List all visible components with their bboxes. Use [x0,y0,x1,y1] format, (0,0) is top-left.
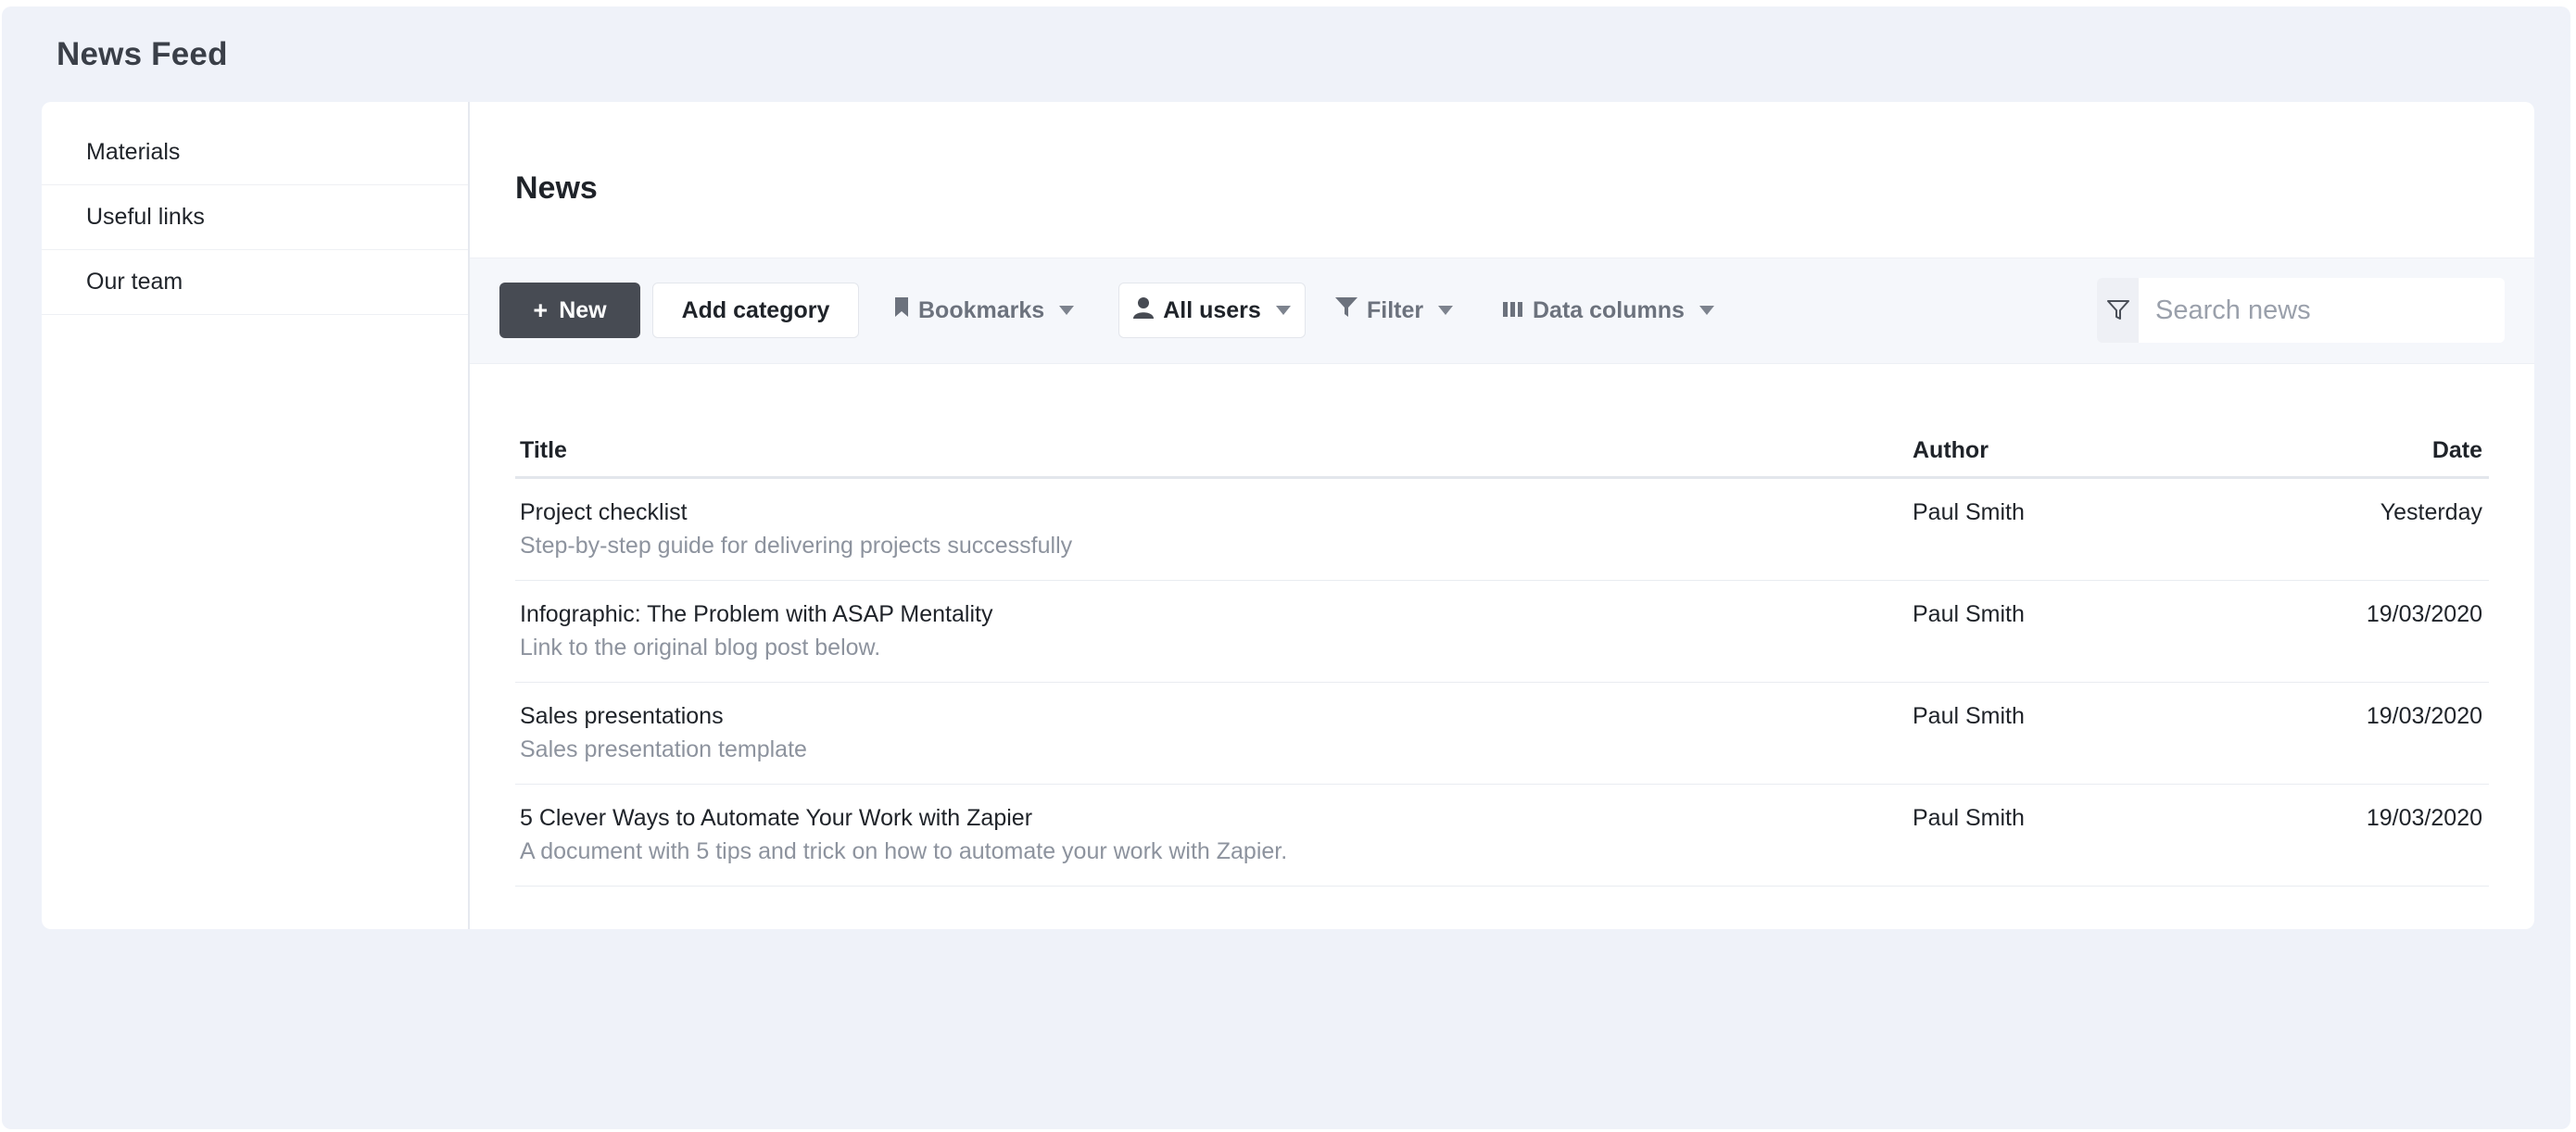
main-panel: News + New Add category Bookmarks All us… [470,102,2534,929]
row-subtitle: A document with 5 tips and trick on how … [520,838,1288,864]
user-icon [1133,296,1155,325]
table-header: Title Author Date [515,435,2489,479]
table-row[interactable]: 5 Clever Ways to Automate Your Work with… [515,785,2489,887]
row-author: Paul Smith [1913,499,2025,525]
search-input[interactable] [2139,278,2505,343]
column-header-date[interactable]: Date [2432,437,2482,464]
toolbar: + New Add category Bookmarks All users F… [470,258,2534,364]
column-header-author[interactable]: Author [1913,437,1989,464]
row-title[interactable]: Project checklist [520,499,688,526]
funnel-icon [1335,296,1357,324]
all-users-dropdown[interactable]: All users [1118,283,1306,338]
content-card: Materials Useful links Our team News + N… [42,102,2534,929]
sidebar: Materials Useful links Our team [42,102,470,929]
table-row[interactable]: Infographic: The Problem with ASAP Menta… [515,581,2489,683]
row-date: 19/03/2020 [2366,601,2482,627]
filter-label: Filter [1367,296,1424,323]
bookmarks-dropdown[interactable]: Bookmarks [894,283,1075,338]
news-table: Title Author Date Project checklist Step… [515,435,2489,887]
columns-icon [1503,297,1523,324]
row-subtitle: Sales presentation template [520,736,807,762]
row-date: 19/03/2020 [2366,703,2482,729]
table-row[interactable]: Sales presentations Sales presentation t… [515,683,2489,785]
row-author: Paul Smith [1913,601,2025,627]
sidebar-item-useful-links[interactable]: Useful links [42,185,468,250]
plus-icon: + [533,296,549,324]
table-row[interactable]: Project checklist Step-by-step guide for… [515,479,2489,581]
new-button[interactable]: + New [499,283,640,338]
row-title[interactable]: 5 Clever Ways to Automate Your Work with… [520,805,1032,832]
caret-down-icon [1275,306,1291,315]
row-date: 19/03/2020 [2366,805,2482,831]
row-author: Paul Smith [1913,703,2025,729]
row-subtitle: Step-by-step guide for delivering projec… [520,533,1073,559]
app-title: News Feed [57,36,228,72]
funnel-outline-icon[interactable] [2097,278,2139,343]
search-box [2097,278,2505,343]
row-title[interactable]: Infographic: The Problem with ASAP Menta… [520,601,992,628]
row-author: Paul Smith [1913,805,2025,831]
page-title: News [515,170,598,206]
app-frame: News Feed Materials Useful links Our tea… [2,6,2570,1129]
sidebar-item-materials[interactable]: Materials [42,120,468,185]
row-subtitle: Link to the original blog post below. [520,635,881,660]
caret-down-icon [1059,306,1075,315]
bookmarks-label: Bookmarks [918,296,1045,323]
caret-down-icon [1438,306,1454,315]
filter-dropdown[interactable]: Filter [1335,283,1454,338]
data-columns-label: Data columns [1533,296,1685,323]
new-button-label: New [559,296,607,323]
data-columns-dropdown[interactable]: Data columns [1503,283,1714,338]
all-users-label: All users [1163,296,1261,323]
bookmark-icon [894,296,909,324]
row-title[interactable]: Sales presentations [520,703,724,730]
sidebar-item-our-team[interactable]: Our team [42,250,468,315]
column-header-title[interactable]: Title [520,437,567,464]
add-category-button[interactable]: Add category [652,283,859,338]
caret-down-icon [1698,306,1714,315]
row-date: Yesterday [2380,499,2482,525]
